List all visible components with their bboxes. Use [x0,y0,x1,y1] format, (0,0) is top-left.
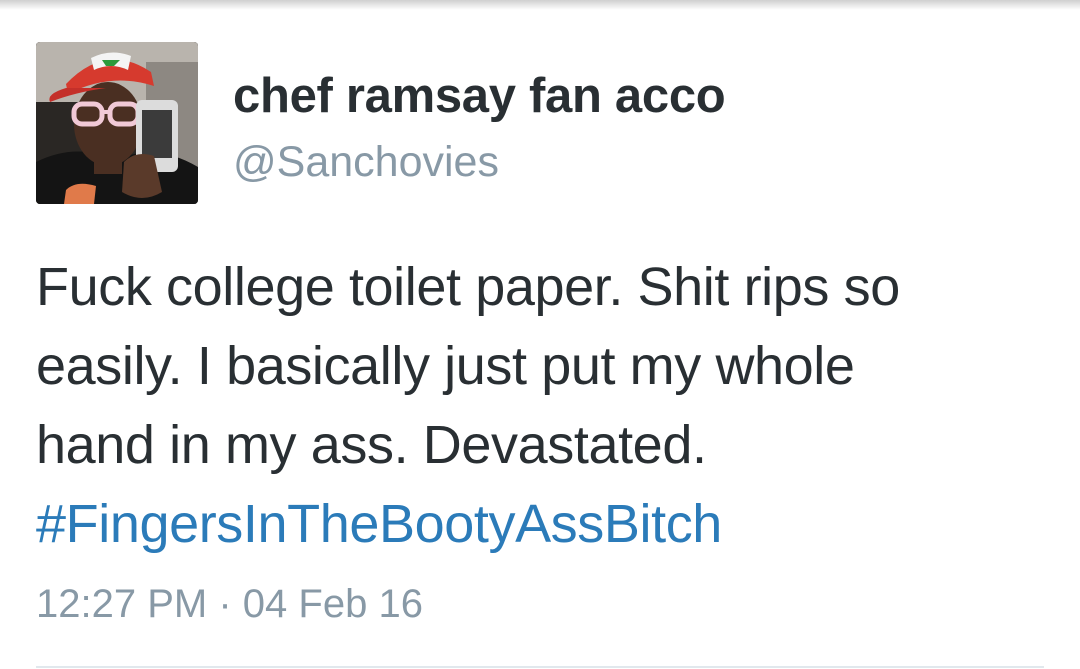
avatar[interactable] [36,42,198,204]
hashtag-link[interactable]: #FingersInTheBootyAssBitch [36,485,1056,564]
top-edge-shadow [0,0,1080,10]
meta-separator: · [218,582,232,626]
tweet-text-line: hand in my ass. Devastated. [36,415,707,475]
tweet-text: Fuck college toilet paper. Shit rips so … [36,248,1056,564]
divider [36,666,1044,668]
author-handle[interactable]: @Sanchovies [233,138,499,187]
tweet-time: 12:27 PM [36,582,208,626]
tweet-timestamp[interactable]: 12:27 PM · 04 Feb 16 [36,582,423,627]
author-display-name[interactable]: chef ramsay fan acco [233,68,726,124]
tweet-date: 04 Feb 16 [242,582,423,626]
tweet-text-line: easily. I basically just put my whole [36,336,855,396]
tweet-text-line: Fuck college toilet paper. Shit rips so [36,257,900,317]
avatar-photo-icon [36,42,198,204]
